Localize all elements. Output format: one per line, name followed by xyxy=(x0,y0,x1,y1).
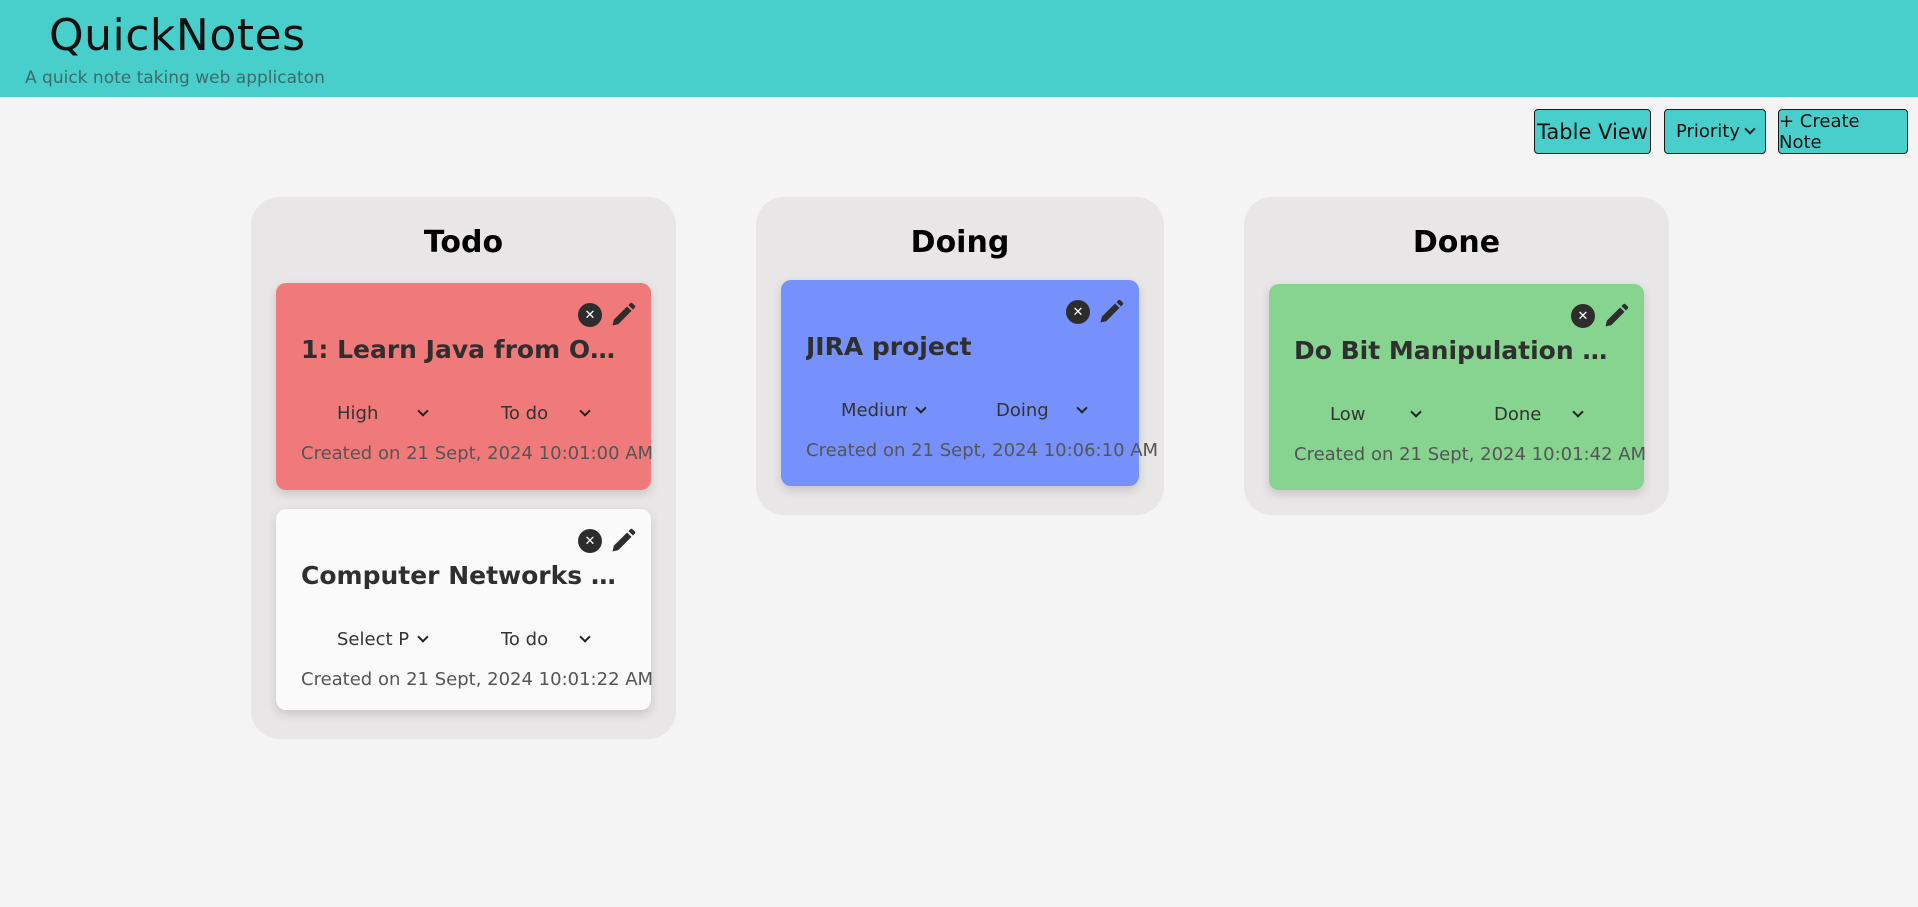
status-value: Done xyxy=(1494,403,1542,425)
status-select[interactable]: To do xyxy=(501,401,591,425)
priority-select[interactable]: Select Pr xyxy=(337,627,429,651)
column-done: Done ✕ Do Bit Manipulation ques... Low D… xyxy=(1244,197,1669,515)
column-doing: Doing ✕ JIRA project Medium Doing Create… xyxy=(756,197,1164,515)
pencil-icon[interactable] xyxy=(609,527,637,555)
column-todo: Todo ✕ 1: Learn Java from Oracl... High … xyxy=(251,197,676,739)
priority-sort-select[interactable]: Priority xyxy=(1664,109,1766,154)
app-header: QuickNotes A quick note taking web appli… xyxy=(0,0,1918,97)
created-timestamp: Created on 21 Sept, 2024 10:01:42 AM xyxy=(1294,444,1647,465)
close-circle-icon[interactable]: ✕ xyxy=(578,529,602,553)
status-value: To do xyxy=(501,628,549,650)
chevron-down-icon xyxy=(1744,123,1756,135)
note-title: Do Bit Manipulation ques... xyxy=(1294,336,1619,365)
note-title: Computer Networks Pla... xyxy=(301,561,626,590)
status-select[interactable]: Done xyxy=(1494,402,1584,426)
pencil-icon[interactable] xyxy=(1097,298,1125,326)
pencil-icon[interactable] xyxy=(1602,302,1630,330)
chevron-down-icon xyxy=(915,401,927,414)
status-value: To do xyxy=(501,402,549,424)
create-note-button[interactable]: + Create Note xyxy=(1778,109,1908,154)
note-card[interactable]: ✕ Do Bit Manipulation ques... Low Done C… xyxy=(1269,284,1647,490)
close-circle-icon[interactable]: ✕ xyxy=(1571,304,1595,328)
column-title: Done xyxy=(1412,225,1501,260)
priority-select[interactable]: Low xyxy=(1330,402,1422,426)
pencil-icon[interactable] xyxy=(609,301,637,329)
table-view-button[interactable]: Table View xyxy=(1534,109,1651,154)
chevron-down-icon xyxy=(1410,405,1422,418)
priority-select[interactable]: Medium xyxy=(841,398,927,422)
note-title: JIRA project xyxy=(806,332,972,361)
priority-value: High xyxy=(337,402,379,424)
chevron-down-icon xyxy=(417,630,429,643)
priority-select[interactable]: High xyxy=(337,401,429,425)
priority-value: Medium xyxy=(841,399,907,421)
created-timestamp: Created on 21 Sept, 2024 10:01:00 AM xyxy=(301,443,654,464)
chevron-down-icon xyxy=(1076,401,1088,414)
column-title: Doing xyxy=(910,225,1010,260)
note-card[interactable]: ✕ 1: Learn Java from Oracl... High To do… xyxy=(276,283,654,490)
close-circle-icon[interactable]: ✕ xyxy=(578,303,602,327)
status-value: Doing xyxy=(996,399,1049,421)
priority-value: Low xyxy=(1330,403,1366,425)
app-title: QuickNotes xyxy=(49,10,306,61)
chevron-down-icon xyxy=(417,404,429,417)
priority-sort-label: Priority xyxy=(1675,121,1741,142)
chevron-down-icon xyxy=(579,630,591,643)
status-select[interactable]: Doing xyxy=(996,398,1088,422)
app-subtitle: A quick note taking web applicaton xyxy=(25,68,325,88)
note-card[interactable]: ✕ Computer Networks Pla... Select Pr To … xyxy=(276,509,654,710)
created-timestamp: Created on 21 Sept, 2024 10:06:10 AM xyxy=(806,440,1159,461)
note-card[interactable]: ✕ JIRA project Medium Doing Created on 2… xyxy=(781,280,1158,486)
created-timestamp: Created on 21 Sept, 2024 10:01:22 AM xyxy=(301,669,654,690)
priority-value: Select Pr xyxy=(337,628,409,650)
column-title: Todo xyxy=(423,225,504,260)
close-circle-icon[interactable]: ✕ xyxy=(1066,300,1090,324)
note-title: 1: Learn Java from Oracl... xyxy=(301,335,626,364)
status-select[interactable]: To do xyxy=(501,627,591,651)
chevron-down-icon xyxy=(1572,405,1584,418)
chevron-down-icon xyxy=(579,404,591,417)
